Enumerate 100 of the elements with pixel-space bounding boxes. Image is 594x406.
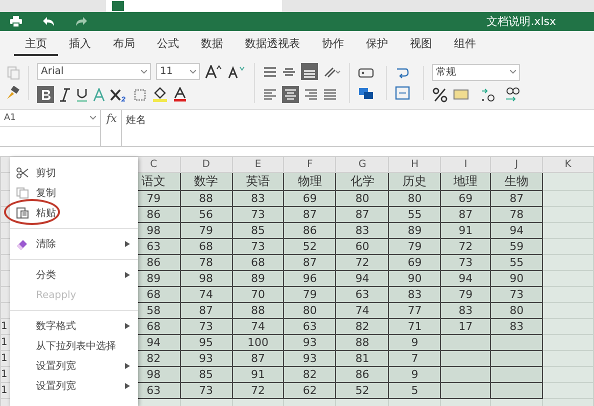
table-cell: 74 xyxy=(232,318,284,334)
column-header[interactable]: H xyxy=(388,156,441,172)
table-cell: 9 xyxy=(388,366,441,382)
print-icon[interactable] xyxy=(10,16,22,27)
bold-button[interactable] xyxy=(37,86,54,103)
table-cell: 96 xyxy=(284,270,336,286)
percent-icon[interactable] xyxy=(432,86,448,102)
justify-icon[interactable] xyxy=(323,88,337,102)
ribbon-tab[interactable]: 协作 xyxy=(311,32,355,56)
align-left-icon[interactable] xyxy=(263,88,277,102)
table-cell: 62 xyxy=(284,382,336,398)
column-header[interactable]: K xyxy=(542,156,594,172)
row-header[interactable] xyxy=(0,190,10,206)
table-cell: 物理 xyxy=(284,172,336,190)
font-dropdown[interactable]: Arial xyxy=(37,63,151,80)
column-header[interactable]: F xyxy=(284,156,336,172)
name-box[interactable]: A1 xyxy=(0,110,100,127)
font-color-icon[interactable] xyxy=(173,87,187,102)
align-center-icon[interactable] xyxy=(282,86,299,103)
font-size-value: 11 xyxy=(160,66,173,77)
row-header[interactable]: 1 xyxy=(0,334,10,350)
eraser-icon xyxy=(16,238,29,250)
column-header[interactable]: J xyxy=(490,156,543,172)
table-cell: 93 xyxy=(180,350,232,366)
table-cell: 83 xyxy=(440,302,491,318)
table-cell: 63 xyxy=(336,286,389,302)
align-bottom-icon[interactable] xyxy=(301,63,318,80)
copy-icon xyxy=(16,187,29,199)
table-cell: 83 xyxy=(232,190,284,206)
table-cell: 73 xyxy=(180,382,232,398)
document-tab[interactable] xyxy=(106,0,282,12)
ribbon-tab[interactable]: 组件 xyxy=(443,32,487,56)
subscript-icon[interactable] xyxy=(110,88,128,102)
ribbon-tab[interactable]: 布局 xyxy=(102,32,146,56)
table-cell: 82 xyxy=(336,318,389,334)
grow-font-icon[interactable] xyxy=(205,64,223,78)
table-cell: 7 xyxy=(388,350,441,366)
column-header[interactable]: G xyxy=(336,156,389,172)
bold-icon xyxy=(40,88,50,100)
submenu-arrow-icon xyxy=(125,323,130,329)
text-effect-icon[interactable] xyxy=(93,88,105,102)
table-cell: 83 xyxy=(336,222,389,238)
table-cell: 79 xyxy=(284,286,336,302)
table-cell: 68 xyxy=(232,254,284,270)
decrease-decimal-icon[interactable] xyxy=(503,86,521,102)
row-header[interactable]: 1 xyxy=(0,382,10,398)
align-right-icon[interactable] xyxy=(304,88,318,102)
ribbon-tab[interactable]: 数据透视表 xyxy=(234,32,311,56)
number-format-dropdown[interactable]: 常规 xyxy=(432,64,520,80)
table-cell: 地理 xyxy=(440,172,491,190)
table-cell: 52 xyxy=(284,238,336,254)
redo-icon[interactable] xyxy=(75,17,88,26)
table-cell: 88 xyxy=(336,334,389,350)
underline-icon[interactable] xyxy=(76,88,88,102)
table-cell: 83 xyxy=(490,318,543,334)
number-format-value: 常规 xyxy=(436,66,456,79)
table-cell: 74 xyxy=(180,286,232,302)
table-cell: 95 xyxy=(180,334,232,350)
ribbon-tab[interactable]: 插入 xyxy=(58,32,102,56)
table-cell: 73 xyxy=(232,238,284,254)
undo-icon[interactable] xyxy=(42,17,55,26)
column-header[interactable]: D xyxy=(180,156,232,172)
table-cell: 85 xyxy=(232,222,284,238)
font-size-dropdown[interactable]: 11 xyxy=(156,63,200,80)
row-header[interactable]: 1 xyxy=(0,366,10,382)
table-cell: 72 xyxy=(440,238,491,254)
wrap-text-icon[interactable] xyxy=(395,66,409,80)
column-header[interactable]: E xyxy=(232,156,284,172)
ribbon-tab[interactable]: 视图 xyxy=(399,32,443,56)
table-cell: 87 xyxy=(336,206,389,222)
submenu-arrow-icon xyxy=(125,383,130,389)
font-name: Arial xyxy=(41,66,64,77)
fill-color-icon[interactable] xyxy=(152,87,168,102)
table-cell: 83 xyxy=(388,286,441,302)
table-cell: 88 xyxy=(232,302,284,318)
table-cell: 87 xyxy=(180,302,232,318)
table-cell: 89 xyxy=(232,270,284,286)
row-header[interactable]: 1 xyxy=(0,318,10,334)
function-label[interactable]: fx xyxy=(104,110,118,146)
shrink-font-icon[interactable] xyxy=(228,64,246,78)
table-cell: 79 xyxy=(180,222,232,238)
table-cell: 91 xyxy=(440,222,491,238)
italic-icon[interactable] xyxy=(59,88,71,102)
align-top-icon[interactable] xyxy=(263,64,277,78)
row-header[interactable]: 1 xyxy=(0,350,10,366)
ribbon-tab[interactable]: 保护 xyxy=(355,32,399,56)
table-cell: 98 xyxy=(180,270,232,286)
formula-input[interactable]: 姓名 xyxy=(122,110,594,146)
column-header[interactable]: I xyxy=(440,156,491,172)
document-title: 文档说明.xlsx xyxy=(486,14,556,29)
border-icon[interactable] xyxy=(133,88,147,102)
table-cell: 69 xyxy=(388,254,441,270)
ribbon-tab[interactable]: 公式 xyxy=(146,32,190,56)
ribbon-tab[interactable]: 数据 xyxy=(190,32,234,56)
clipboard-icon xyxy=(16,207,29,219)
format-painter-icon[interactable] xyxy=(6,86,20,100)
table-cell: 历史 xyxy=(388,172,441,190)
table-cell: 69 xyxy=(284,190,336,206)
cell-reference: A1 xyxy=(4,113,16,123)
text-direction-icon[interactable] xyxy=(323,64,341,78)
